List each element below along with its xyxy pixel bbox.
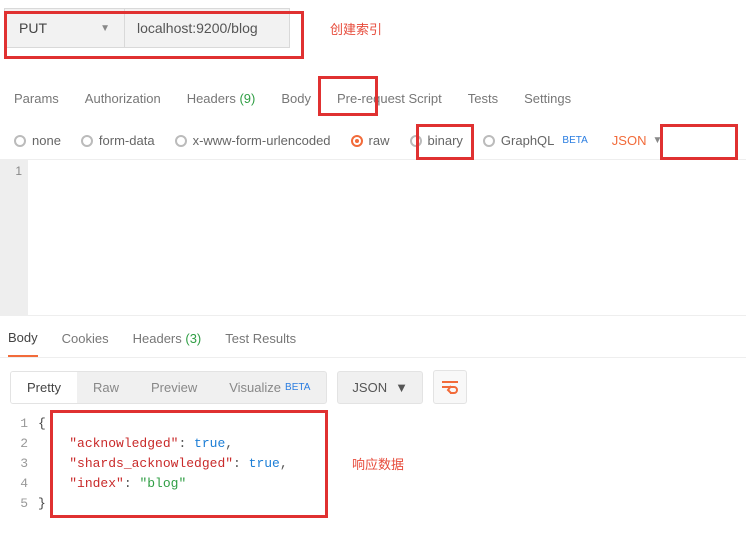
radio-icon [81, 135, 93, 147]
raw-format-select[interactable]: JSON ▼ [612, 133, 663, 148]
body-type-binary[interactable]: binary [410, 133, 463, 148]
tab-body[interactable]: Body [281, 91, 311, 106]
annotation-create-index: 创建索引 [330, 19, 382, 38]
body-type-label: raw [369, 133, 390, 148]
highlight-box [660, 124, 738, 160]
brace: } [38, 496, 46, 511]
body-type-label: form-data [99, 133, 155, 148]
res-tab-headers-label: Headers [133, 331, 182, 346]
request-url-input[interactable]: localhost:9200/blog [124, 8, 290, 48]
body-type-formdata[interactable]: form-data [81, 133, 155, 148]
view-pretty[interactable]: Pretty [11, 372, 77, 403]
response-format-value: JSON [352, 380, 387, 395]
brace: { [38, 416, 46, 431]
res-tab-headers-count: (3) [185, 331, 201, 346]
chevron-down-icon: ▼ [100, 23, 110, 34]
tab-tests[interactable]: Tests [468, 91, 498, 106]
request-url-value: localhost:9200/blog [137, 20, 258, 36]
res-tab-body[interactable]: Body [8, 330, 38, 357]
body-type-label: none [32, 133, 61, 148]
json-key: "index" [69, 476, 124, 491]
json-key: "acknowledged" [69, 436, 178, 451]
tab-prerequest[interactable]: Pre-request Script [337, 91, 442, 106]
body-type-graphql[interactable]: GraphQL BETA [483, 133, 588, 148]
request-body-editor[interactable]: 1 [0, 160, 746, 316]
chevron-down-icon: ▼ [652, 135, 662, 146]
res-tab-cookies[interactable]: Cookies [62, 331, 109, 356]
json-value: true [249, 456, 280, 471]
tab-headers-label: Headers [187, 91, 236, 106]
res-tab-headers[interactable]: Headers (3) [133, 331, 202, 356]
chevron-down-icon: ▼ [395, 380, 408, 395]
response-body: 1 2 3 4 5 { "acknowledged": true, "shard… [0, 414, 746, 514]
line-number: 2 [4, 434, 28, 454]
body-type-label: GraphQL [501, 133, 554, 148]
body-type-row: none form-data x-www-form-urlencoded raw… [0, 130, 746, 160]
json-value: true [194, 436, 225, 451]
response-gutter: 1 2 3 4 5 [4, 414, 38, 514]
raw-format-value: JSON [612, 133, 647, 148]
tab-headers-count: (9) [239, 91, 255, 106]
response-format-select[interactable]: JSON ▼ [337, 371, 423, 404]
beta-badge: BETA [285, 382, 310, 393]
wrap-lines-button[interactable] [433, 370, 467, 404]
body-type-raw[interactable]: raw [351, 133, 390, 148]
body-type-xwww[interactable]: x-www-form-urlencoded [175, 133, 331, 148]
editor-content[interactable] [28, 160, 746, 315]
body-type-label: binary [428, 133, 463, 148]
view-raw[interactable]: Raw [77, 372, 135, 403]
tab-params[interactable]: Params [14, 91, 59, 106]
res-tab-testresults[interactable]: Test Results [225, 331, 296, 356]
divider [0, 357, 746, 358]
editor-gutter: 1 [0, 160, 28, 315]
response-view-tabs: Pretty Raw Preview Visualize BETA [10, 371, 327, 404]
beta-badge: BETA [562, 135, 587, 146]
http-method-value: PUT [19, 20, 47, 36]
tab-settings[interactable]: Settings [524, 91, 571, 106]
radio-icon [410, 135, 422, 147]
radio-icon [175, 135, 187, 147]
view-visualize-label: Visualize [229, 380, 281, 395]
line-number: 4 [4, 474, 28, 494]
radio-icon [351, 135, 363, 147]
line-number: 5 [4, 494, 28, 514]
radio-icon [483, 135, 495, 147]
view-preview[interactable]: Preview [135, 372, 213, 403]
radio-icon [14, 135, 26, 147]
request-tabs: Params Authorization Headers (9) Body Pr… [0, 82, 746, 114]
line-number: 1 [4, 414, 28, 434]
http-method-select[interactable]: PUT ▼ [4, 8, 124, 48]
line-number: 3 [4, 454, 28, 474]
annotation-response-data: 响应数据 [352, 454, 404, 473]
json-value: "blog" [139, 476, 186, 491]
response-toolbar: Pretty Raw Preview Visualize BETA JSON ▼ [0, 370, 746, 414]
line-number: 1 [0, 164, 22, 178]
response-code[interactable]: { "acknowledged": true, "shards_acknowle… [38, 414, 288, 514]
body-type-none[interactable]: none [14, 133, 61, 148]
tab-headers[interactable]: Headers (9) [187, 91, 256, 106]
wrap-icon [441, 380, 459, 394]
body-type-label: x-www-form-urlencoded [193, 133, 331, 148]
tab-authorization[interactable]: Authorization [85, 91, 161, 106]
request-bar: PUT ▼ localhost:9200/blog 创建索引 [4, 8, 746, 48]
view-visualize[interactable]: Visualize BETA [213, 372, 326, 403]
response-tabs: Body Cookies Headers (3) Test Results [0, 316, 746, 357]
json-key: "shards_acknowledged" [69, 456, 233, 471]
